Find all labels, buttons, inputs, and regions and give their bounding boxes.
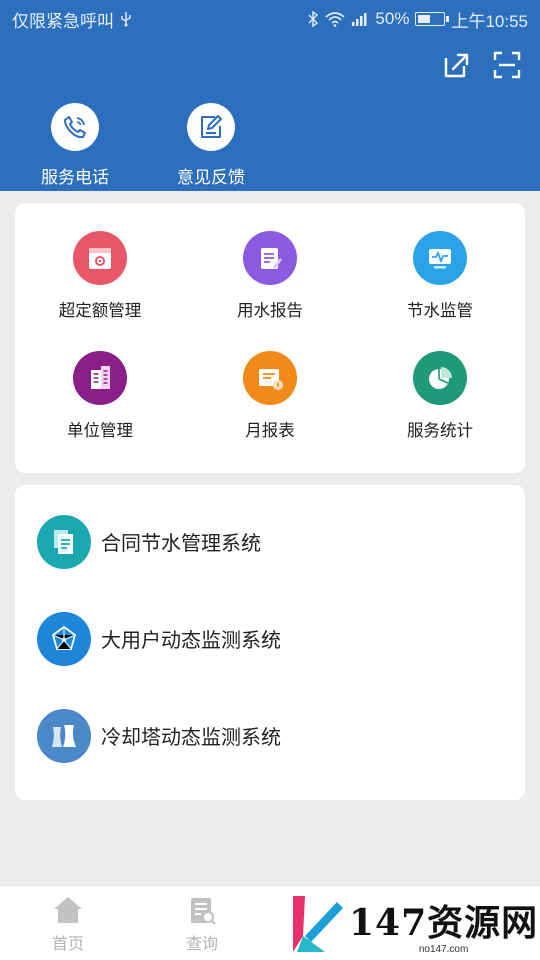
watermark-subtitle: no147.com — [418, 943, 469, 955]
list-icon-bg — [37, 611, 91, 666]
list-icon-bg — [37, 514, 91, 569]
battery-icon — [415, 12, 450, 26]
documents-icon — [54, 529, 73, 554]
feedback-icon — [201, 115, 222, 138]
grid-item-label: 用水报告 — [237, 302, 303, 320]
list-item-contract-water-system[interactable]: 合同节水管理系统 — [15, 493, 525, 590]
grid-item-service-statistics[interactable]: 服务统计 — [355, 351, 525, 471]
phone-icon — [64, 116, 86, 139]
grid-item-quota-management[interactable]: 超定额管理 — [15, 231, 185, 351]
scan-icon[interactable] — [492, 50, 522, 80]
share-icon[interactable] — [442, 50, 472, 80]
function-grid-card: 超定额管理 用水报告 节水监管 单位管理 月报表 服务统计 — [15, 203, 525, 473]
monthly-report-icon — [259, 369, 283, 390]
grid-item-label: 单位管理 — [67, 422, 133, 440]
grid-item-label: 服务统计 — [407, 422, 473, 440]
carrier-text: 仅限紧急呼叫 — [12, 11, 114, 31]
calendar-gear-icon — [89, 248, 111, 269]
list-icon-bg — [37, 708, 91, 763]
tab-home[interactable]: 首页 — [28, 894, 108, 954]
grid-item-label: 超定额管理 — [58, 302, 142, 320]
grid-item-label: 月报表 — [245, 422, 295, 440]
grid-icon-bg — [243, 351, 297, 405]
grid-item-monthly-report[interactable]: 月报表 — [185, 351, 355, 471]
systems-list-card: 合同节水管理系统 大用户动态监测系统 冷却塔动态监测系统 — [15, 485, 525, 800]
grid-item-water-report[interactable]: 用水报告 — [185, 231, 355, 351]
grid-icon-bg — [413, 231, 467, 285]
grid-icon-bg — [73, 231, 127, 285]
query-icon — [191, 898, 216, 925]
quick-item-label: 意见反馈 — [177, 168, 245, 187]
list-item-cooling-tower-monitoring[interactable]: 冷却塔动态监测系统 — [15, 687, 525, 784]
wifi-icon — [325, 12, 345, 27]
pie-chart-icon — [429, 367, 452, 389]
bluetooth-icon — [308, 10, 319, 28]
grid-item-water-supervision[interactable]: 节水监管 — [355, 231, 525, 351]
watermark-title: 147资源网 — [349, 901, 539, 944]
watermark-logo — [293, 896, 343, 952]
list-item-label: 冷却塔动态监测系统 — [101, 727, 281, 749]
status-bar: 仅限紧急呼叫 50% 上午10:55 — [0, 0, 540, 38]
cooling-tower-icon — [52, 724, 76, 747]
building-icon — [91, 366, 110, 389]
grid-icon-bg — [73, 351, 127, 405]
tab-label: 首页 — [51, 936, 84, 953]
grid-icon-bg — [243, 231, 297, 285]
monitor-icon — [429, 249, 451, 269]
service-phone-button[interactable]: 服务电话 — [30, 103, 120, 188]
header: 仅限紧急呼叫 50% 上午10:55 服务电话 意见反馈 — [0, 0, 540, 191]
quick-item-label: 服务电话 — [41, 168, 109, 187]
list-item-large-user-monitoring[interactable]: 大用户动态监测系统 — [15, 590, 525, 687]
grid-icon-bg — [413, 351, 467, 405]
network-icon — [51, 625, 77, 650]
report-icon — [261, 248, 282, 269]
tab-query[interactable]: 查询 — [162, 894, 242, 954]
list-item-label: 合同节水管理系统 — [101, 533, 261, 555]
list-item-label: 大用户动态监测系统 — [101, 630, 281, 652]
signal-icon — [352, 13, 367, 26]
usb-icon — [121, 12, 131, 27]
feedback-button[interactable]: 意见反馈 — [166, 103, 256, 188]
home-icon — [54, 897, 82, 923]
watermark: 147资源网 no147.com — [285, 888, 540, 960]
status-time: 上午10:55 — [451, 11, 528, 31]
grid-item-unit-management[interactable]: 单位管理 — [15, 351, 185, 471]
tab-label: 查询 — [185, 936, 218, 953]
battery-percent: 50% — [375, 9, 410, 28]
grid-item-label: 节水监管 — [407, 302, 473, 320]
